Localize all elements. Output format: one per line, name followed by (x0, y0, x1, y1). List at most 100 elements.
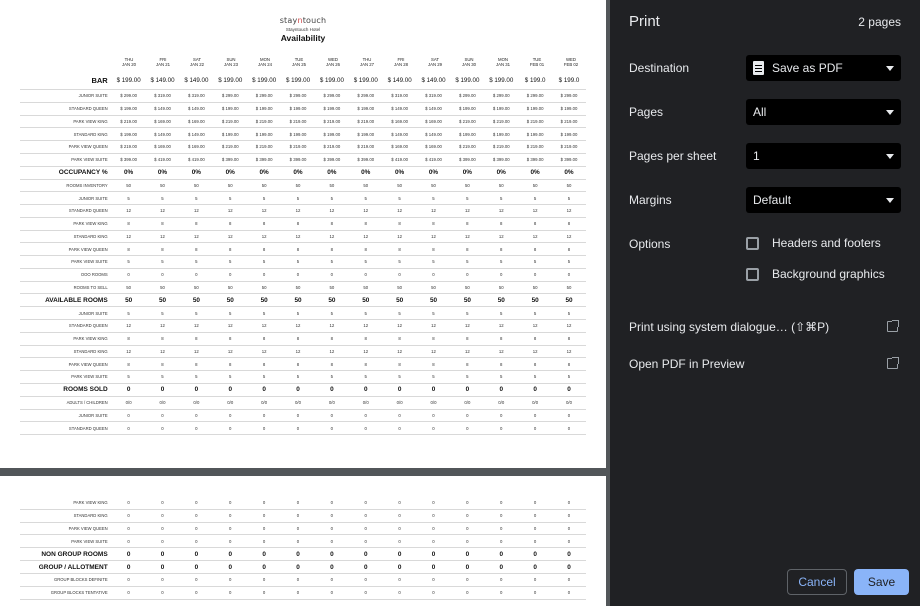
table-cell: $ 399.00 (221, 157, 239, 163)
table-row: STANDARD KING 12 12 12 12 12 12 12 12 12 12 12 12 12 1… (20, 231, 586, 244)
table-cell: 8 (466, 221, 469, 227)
date-label: JAN 28 (393, 62, 409, 67)
table-cell: 5 (161, 374, 164, 380)
headers-footers-checkbox[interactable] (746, 236, 759, 250)
table-cell: 12 (160, 323, 165, 329)
table-cell: 12 (363, 348, 369, 354)
date-column-header: MON JAN 24 (248, 57, 282, 67)
table-cell: 50 (565, 296, 573, 304)
table-cell: 0/0 (430, 400, 437, 406)
row-label: PARK VIEW KING (73, 500, 108, 506)
table-cell: $ 199.00 (289, 131, 307, 137)
table-cell: 50 (193, 182, 199, 188)
table-cell: $ 199.00 (116, 77, 141, 84)
table-cell: 0 (330, 563, 334, 571)
table-cell: 0 (262, 386, 266, 394)
system-dialog-link[interactable]: Print using system dialogue… (⇧⌘P) (629, 320, 829, 334)
table-cell: 5 (432, 259, 435, 265)
table-cell: 0 (330, 538, 334, 544)
row-label: ROOMS INVENTORY (66, 182, 108, 188)
row-label: PARK VIEW KING (73, 221, 108, 227)
table-cell: 50 (566, 182, 572, 188)
open-pdf-preview-link[interactable]: Open PDF in Preview (629, 357, 744, 371)
table-cell: 0 (465, 563, 470, 571)
table-cell: 50 (431, 284, 436, 290)
table-cell: 0 (432, 272, 435, 278)
table-cell: $ 169.00 (391, 118, 408, 124)
print-preview: stayntouch Stayntouch Hotel Availability… (0, 0, 610, 606)
table-cell: 0 (533, 412, 537, 418)
table-cell: 8 (500, 336, 503, 342)
table-cell: 0 (466, 577, 469, 583)
table-cell: $ 219.00 (289, 118, 307, 124)
date-column-header: SAT JAN 29 (418, 57, 452, 67)
cancel-button[interactable]: Cancel (787, 569, 847, 595)
destination-select[interactable]: Save as PDF (746, 55, 901, 81)
pages-select[interactable]: All (746, 99, 901, 125)
table-cell: 0 (194, 550, 199, 558)
date-label: JAN 24 (257, 62, 273, 67)
table-cell: 0 (296, 386, 300, 394)
headers-footers-option[interactable]: Headers and footers (746, 236, 881, 250)
background-graphics-option[interactable]: Background graphics (746, 267, 885, 281)
table-cell: $ 419.00 (154, 157, 171, 163)
pages-per-sheet-select[interactable]: 1 (746, 143, 901, 169)
table-cell: $ 219.00 (526, 144, 544, 150)
table-cell: $ 299.00 (492, 93, 510, 99)
table-cell: $ 199.00 (526, 106, 544, 112)
table-cell: 50 (566, 284, 572, 290)
table-cell: $ 149.00 (425, 106, 442, 112)
row-label: PARK VIEW SUITE (71, 538, 108, 544)
table-cell: 0 (567, 550, 571, 558)
table-cell: 8 (262, 361, 266, 367)
table-cell: 12 (464, 233, 470, 239)
background-graphics-checkbox[interactable] (746, 267, 759, 281)
table-cell: $ 169.00 (391, 144, 408, 150)
table-cell: 0 (567, 577, 571, 583)
row-label: BAR (91, 76, 108, 85)
table-cell: 5 (161, 310, 164, 316)
table-cell: 12 (329, 348, 335, 354)
table-cell: 8 (567, 336, 571, 342)
table-cell: 0 (127, 412, 130, 418)
table-cell: 0 (330, 550, 334, 558)
table-cell: 12 (397, 323, 403, 329)
row-label: ADULTS / CHILDREN (66, 400, 108, 406)
external-link-icon[interactable] (887, 357, 899, 369)
pages-label: Pages (629, 105, 664, 119)
table-cell: 12 (431, 233, 436, 239)
table-cell: 0 (567, 386, 571, 394)
table-cell: 0 (126, 386, 131, 394)
table-cell: 12 (261, 323, 267, 329)
row-label: AVAILABLE ROOMS (45, 296, 108, 304)
table-cell: 8 (533, 221, 537, 227)
row-label: STANDARD QUEEN (68, 323, 108, 329)
save-button[interactable]: Save (854, 569, 909, 595)
table-cell: 0 (330, 386, 334, 394)
table-cell: 0 (432, 525, 435, 531)
table-cell: 50 (531, 296, 539, 304)
table-cell: 50 (125, 296, 133, 304)
table-cell: $ 199.00 (357, 106, 375, 112)
table-cell: 12 (126, 208, 132, 214)
table-cell: 5 (432, 195, 435, 201)
table-cell: 0 (161, 500, 164, 506)
table-cell: 12 (160, 208, 165, 214)
table-cell: 8 (533, 336, 537, 342)
pages-per-sheet-value: 1 (753, 149, 760, 163)
table-cell: $ 219.00 (357, 144, 375, 150)
table-cell: 0 (194, 563, 199, 571)
date-label: JAN 21 (155, 62, 171, 67)
margins-select[interactable]: Default (746, 187, 901, 213)
table-cell: $ 199.00 (560, 106, 578, 112)
table-cell: 12 (532, 233, 538, 239)
table-cell: $ 149.00 (154, 131, 171, 137)
table-cell: 12 (363, 208, 369, 214)
row-label: GROUP / ALLOTMENT (38, 563, 108, 571)
table-cell: 5 (364, 374, 367, 380)
availability-table-page-1: BAR $ 199.00 $ 149.00 $ 149.00 $ 199.00 $ 199… (20, 72, 586, 435)
external-link-icon[interactable] (887, 320, 899, 332)
table-cell: 12 (498, 348, 504, 354)
table-cell: 5 (195, 259, 198, 265)
table-cell: 50 (362, 296, 370, 304)
